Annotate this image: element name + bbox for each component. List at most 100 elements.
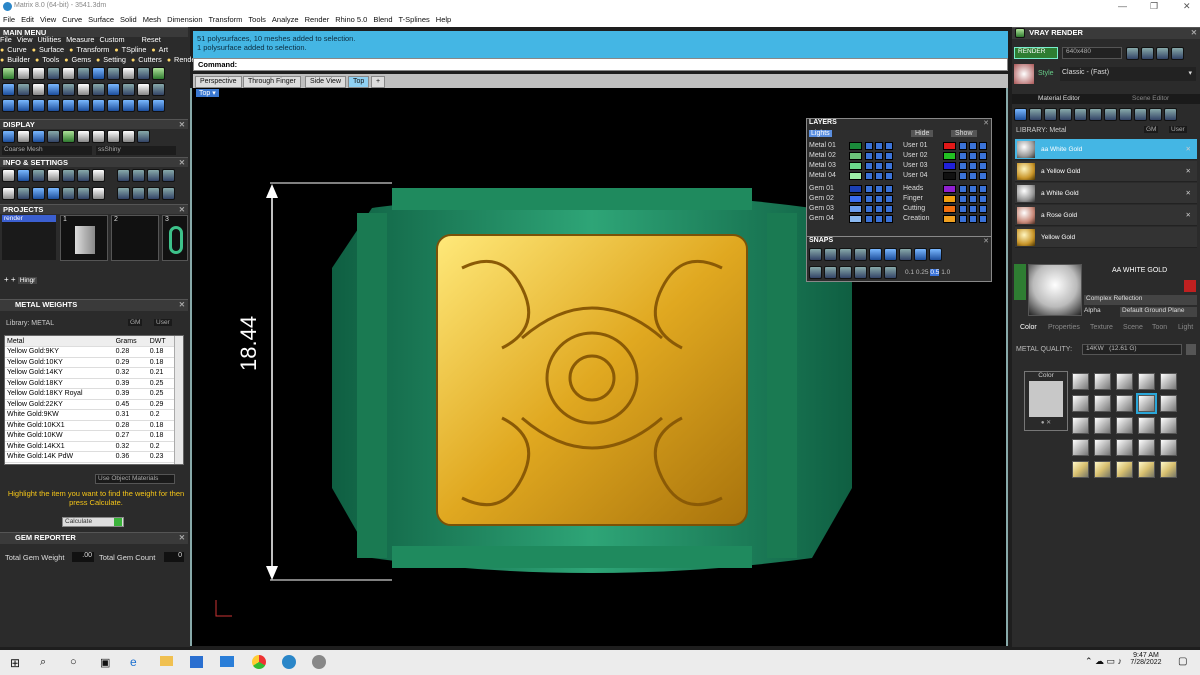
project-slot-1[interactable]: 1	[60, 215, 108, 261]
display-mode-icon[interactable]	[17, 130, 30, 143]
tool-icon[interactable]	[77, 99, 90, 112]
rhino-icon[interactable]	[312, 655, 326, 669]
material-item[interactable]: a Rose Gold ✕	[1015, 205, 1197, 226]
layer-toggle-icon[interactable]	[969, 152, 977, 160]
layer-toggle-icon[interactable]	[969, 162, 977, 170]
snap-value[interactable]: 1.0	[941, 269, 950, 276]
store-icon[interactable]	[190, 656, 203, 668]
layer-finger[interactable]: Finger	[903, 195, 923, 202]
info-tool-icon[interactable]	[32, 187, 45, 200]
layer-toggle-icon[interactable]	[865, 205, 873, 213]
matrix-icon[interactable]	[282, 655, 296, 669]
snap-tan-icon[interactable]	[899, 248, 912, 261]
snap-value[interactable]: 0.25	[916, 269, 929, 276]
layer-user-02[interactable]: User 02	[903, 152, 928, 159]
snap-option-icon[interactable]	[884, 266, 897, 279]
tab-texture[interactable]: Texture	[1090, 324, 1113, 331]
tool-icon[interactable]	[122, 99, 135, 112]
clock[interactable]: 9:47 AM 7/28/2022	[1128, 652, 1164, 666]
info-tool-icon[interactable]	[162, 169, 175, 182]
gem-preset-icon[interactable]	[1116, 439, 1133, 456]
layer-toggle-icon[interactable]	[875, 162, 883, 170]
layer-color-swatch[interactable]	[849, 205, 862, 213]
material-tool-icon[interactable]	[1014, 108, 1027, 121]
show-button[interactable]: Show	[951, 130, 977, 137]
info-tool-icon[interactable]	[117, 169, 130, 182]
layer-color-swatch[interactable]	[943, 142, 956, 150]
layer-toggle-icon[interactable]	[875, 172, 883, 180]
layer-gem-02[interactable]: Gem 02	[809, 195, 834, 202]
render-tool-icon[interactable]	[1141, 47, 1154, 60]
info-tool-icon[interactable]	[2, 169, 15, 182]
color-actions[interactable]: ● ✕	[1025, 419, 1067, 426]
gem-preset-icon[interactable]	[1094, 395, 1111, 412]
layer-user-04[interactable]: User 04	[903, 172, 928, 179]
menu-tsplines[interactable]: T-Splines	[396, 14, 433, 25]
tab-light[interactable]: Light	[1178, 324, 1193, 331]
main-menu-setting[interactable]: Setting	[103, 55, 126, 64]
tool-icon[interactable]	[62, 99, 75, 112]
snap-mid-icon[interactable]	[839, 248, 852, 261]
snap-knot-icon[interactable]	[929, 248, 942, 261]
layer-toggle-icon[interactable]	[969, 142, 977, 150]
snap-option-icon[interactable]	[809, 266, 822, 279]
layer-toggle-icon[interactable]	[885, 172, 893, 180]
menu-analyze[interactable]: Analyze	[269, 14, 302, 25]
gem-preset-icon[interactable]	[1072, 461, 1089, 478]
layer-toggle-icon[interactable]	[865, 185, 873, 193]
table-row[interactable]: White Gold:10KW 0.27 0.18	[5, 430, 175, 442]
tool-icon[interactable]	[137, 67, 150, 80]
material-tool-icon[interactable]	[1104, 108, 1117, 121]
gem-preset-icon[interactable]	[1136, 393, 1157, 414]
layer-color-swatch[interactable]	[943, 215, 956, 223]
layer-metal-01[interactable]: Metal 01	[809, 142, 836, 149]
color-swatch[interactable]	[1029, 381, 1063, 417]
tool-icon[interactable]	[152, 99, 165, 112]
close-icon[interactable]: ✕	[179, 205, 185, 214]
mail-icon[interactable]	[220, 656, 234, 667]
tool-icon[interactable]	[2, 99, 15, 112]
info-tool-icon[interactable]	[2, 187, 15, 200]
info-tool-icon[interactable]	[162, 187, 175, 200]
layer-toggle-icon[interactable]	[979, 172, 987, 180]
render-tool-icon[interactable]	[1171, 47, 1184, 60]
layer-toggle-icon[interactable]	[885, 195, 893, 203]
column-header-grams[interactable]: Grams	[113, 336, 148, 347]
layer-toggle-icon[interactable]	[885, 205, 893, 213]
layer-toggle-icon[interactable]	[969, 195, 977, 203]
ground-plane-select[interactable]: Default Ground Plane	[1120, 307, 1197, 317]
material-units-gm[interactable]: GM	[1144, 126, 1159, 133]
layer-color-swatch[interactable]	[849, 162, 862, 170]
snap-end-icon[interactable]	[824, 248, 837, 261]
tool-icon[interactable]	[47, 83, 60, 96]
tool-icon[interactable]	[92, 99, 105, 112]
hinge-button[interactable]: Hingr	[17, 277, 38, 284]
layer-toggle-icon[interactable]	[979, 185, 987, 193]
snap-option-icon[interactable]	[854, 266, 867, 279]
display-mode-icon[interactable]	[62, 130, 75, 143]
menu-tools[interactable]: Tools	[245, 14, 269, 25]
layer-toggle-icon[interactable]	[959, 185, 967, 193]
layer-user-01[interactable]: User 01	[903, 142, 928, 149]
close-icon[interactable]: ✕	[983, 237, 989, 245]
table-row[interactable]: Yellow Gold:14KY 0.32 0.21	[5, 367, 175, 379]
project-slot-2[interactable]: 2	[111, 215, 159, 261]
material-tool-icon[interactable]	[1134, 108, 1147, 121]
layer-toggle-icon[interactable]	[979, 162, 987, 170]
layer-toggle-icon[interactable]	[959, 142, 967, 150]
layer-color-swatch[interactable]	[849, 185, 862, 193]
table-row[interactable]: White Gold:14K PdW 0.36 0.23	[5, 451, 175, 463]
gem-preset-icon[interactable]	[1094, 373, 1111, 390]
gem-preset-icon[interactable]	[1138, 461, 1155, 478]
metal-units-user[interactable]: User	[154, 319, 172, 326]
layer-color-swatch[interactable]	[943, 185, 956, 193]
tool-icon[interactable]	[2, 67, 15, 80]
layer-toggle-icon[interactable]	[969, 205, 977, 213]
metal-quality-button[interactable]	[1186, 344, 1196, 355]
layer-toggle-icon[interactable]	[885, 142, 893, 150]
display-mode-icon[interactable]	[32, 130, 45, 143]
gem-preset-icon[interactable]	[1072, 395, 1089, 412]
info-tool-icon[interactable]	[77, 169, 90, 182]
snap-grid-icon[interactable]	[809, 248, 822, 261]
gem-preset-icon[interactable]	[1138, 439, 1155, 456]
